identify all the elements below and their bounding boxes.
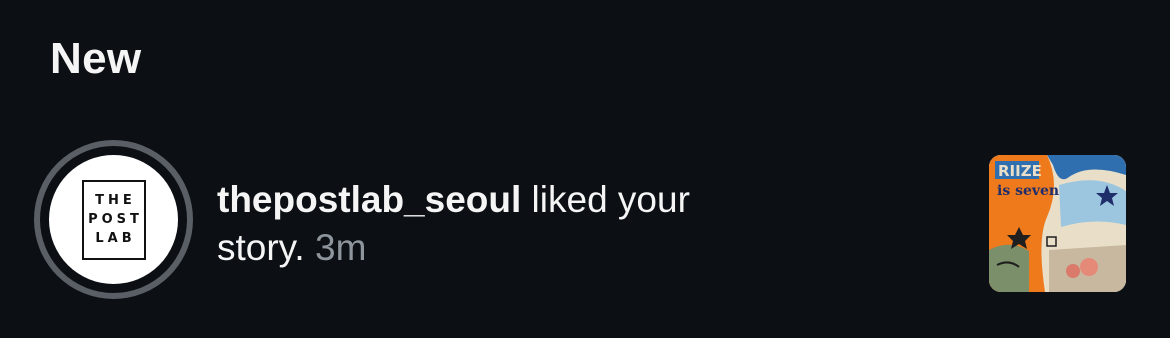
username-link[interactable]: thepostlab_seoul <box>217 179 521 220</box>
thumb-text-top: RIIZE <box>998 162 1042 180</box>
thumb-text-mid: is seven <box>997 183 1059 199</box>
postlab-logo: THE POST LAB <box>81 179 146 260</box>
logo-line-2: POST <box>88 212 143 227</box>
section-title-new: New <box>50 34 142 83</box>
story-thumbnail[interactable]: RIIZE is seven <box>989 155 1126 292</box>
logo-line-1: THE <box>95 193 136 208</box>
notifications-page: New THE POST LAB thepostlab_seoul liked … <box>0 0 1170 338</box>
notification-text: thepostlab_seoul liked your story. 3m <box>217 176 777 272</box>
notification-time: 3m <box>315 227 367 268</box>
story-thumbnail-artwork: RIIZE is seven <box>989 155 1126 292</box>
logo-line-3: LAB <box>95 231 136 246</box>
story-ring[interactable]: THE POST LAB <box>34 140 193 299</box>
notification-row[interactable]: THE POST LAB thepostlab_seoul liked your… <box>0 140 1170 300</box>
avatar[interactable]: THE POST LAB <box>49 155 178 284</box>
